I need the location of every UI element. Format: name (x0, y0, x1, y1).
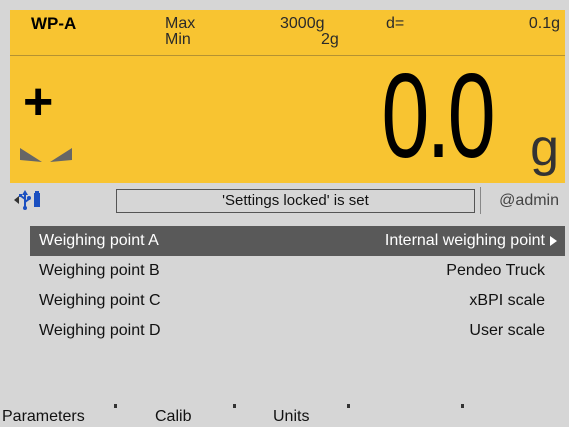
softkey-bar: Parameters Calib Units (0, 404, 569, 427)
softkey-calib[interactable]: Calib (155, 408, 191, 426)
weighing-point-list: Weighing point A Internal weighing point… (30, 226, 565, 346)
status-bar: 'Settings locked' is set @admin (10, 184, 565, 217)
list-item-label: Weighing point B (39, 262, 160, 279)
weighing-point-id: WP-A (31, 14, 77, 33)
softkey-divider (114, 404, 117, 408)
max-label: Max (165, 15, 196, 32)
list-item-label: Weighing point A (39, 232, 159, 249)
d-label: d= (386, 15, 405, 32)
min-value: 2g (321, 31, 339, 48)
list-item-weighing-point-a[interactable]: Weighing point A Internal weighing point (30, 226, 565, 256)
stability-right-icon (50, 147, 72, 169)
softkey-divider (347, 404, 350, 408)
weight-display: + 0.0 g (10, 56, 565, 183)
max-value: 3000g (280, 15, 325, 32)
status-message: 'Settings locked' is set (116, 189, 475, 213)
list-item-weighing-point-d[interactable]: Weighing point D User scale (30, 316, 565, 346)
status-separator (480, 187, 481, 214)
softkey-units[interactable]: Units (273, 408, 309, 426)
min-label: Min (165, 31, 191, 48)
list-item-value: User scale (469, 322, 545, 339)
list-item-value: xBPI scale (469, 292, 545, 309)
user-indicator: @admin (499, 192, 559, 209)
softkey-divider (233, 404, 236, 408)
weight-value: 0.0 (381, 49, 496, 183)
softkey-parameters[interactable]: Parameters (2, 408, 85, 426)
list-item-weighing-point-b[interactable]: Weighing point B Pendeo Truck (30, 256, 565, 286)
sign-indicator: + (23, 73, 54, 131)
list-item-weighing-point-c[interactable]: Weighing point C xBPI scale (30, 286, 565, 316)
list-item-label: Weighing point D (39, 322, 161, 339)
chevron-right-icon (550, 236, 557, 246)
usb-connection-icon (14, 190, 40, 210)
stability-left-icon (20, 147, 42, 169)
list-item-value: Internal weighing point (384, 232, 545, 249)
list-item-value: Pendeo Truck (446, 262, 545, 279)
softkey-divider (461, 404, 464, 408)
d-value: 0.1g (528, 15, 560, 32)
list-item-label: Weighing point C (39, 292, 161, 309)
weight-unit: g (530, 119, 559, 177)
